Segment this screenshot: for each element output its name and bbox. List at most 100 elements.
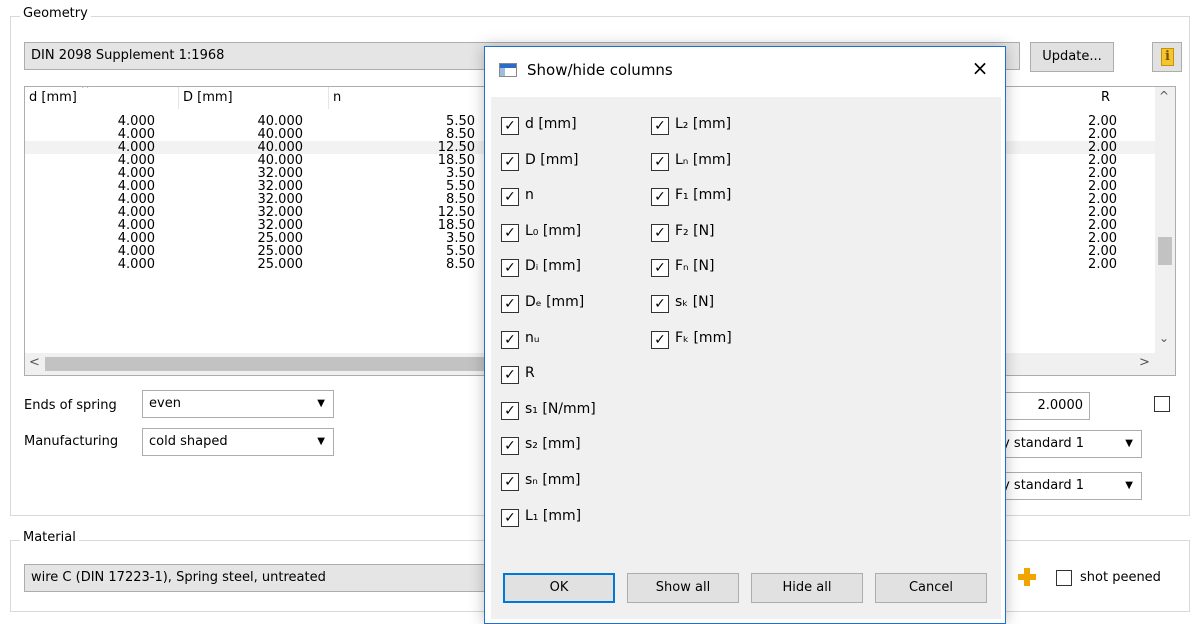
- column-header-d[interactable]: d [mm] ^: [25, 87, 179, 109]
- checkbox-checked-icon[interactable]: ✓: [651, 152, 669, 171]
- column-option-label: sₙ [mm]: [525, 472, 581, 488]
- vertical-scroll-thumb[interactable]: [1158, 237, 1172, 265]
- checkbox-checked-icon[interactable]: ✓: [501, 223, 519, 242]
- column-option-label: F₂ [N]: [675, 222, 715, 239]
- column-option[interactable]: ✓ L₁ [mm]: [501, 507, 641, 529]
- checkbox-checked-icon[interactable]: ✓: [501, 473, 519, 491]
- checkbox-checked-icon[interactable]: ✓: [501, 330, 519, 349]
- shot-peened-checkbox[interactable]: [1056, 570, 1072, 586]
- column-option[interactable]: ✓ s₁ [N/mm]: [501, 400, 641, 422]
- ends-of-spring-select[interactable]: even ▼: [142, 390, 334, 418]
- column-option[interactable]: ✓ n: [501, 186, 641, 208]
- checkbox-checked-icon[interactable]: ✓: [651, 259, 669, 278]
- column-option-label: Dᵢ [mm]: [525, 258, 581, 275]
- update-button-label: Update...: [1042, 49, 1102, 64]
- column-option-label: Dₑ [mm]: [525, 294, 585, 310]
- column-option-label: Lₙ [mm]: [675, 151, 732, 168]
- add-material-button[interactable]: [1014, 564, 1042, 592]
- quality-select-2[interactable]: ty standard 1 ▼: [990, 472, 1142, 500]
- column-option-label: s₂ [mm]: [525, 436, 581, 453]
- column-option[interactable]: ✓ d [mm]: [501, 115, 641, 137]
- close-icon[interactable]: ×: [965, 53, 995, 83]
- sort-ascending-icon: ^: [81, 86, 90, 95]
- column-option[interactable]: ✓ Dₑ [mm]: [501, 293, 641, 315]
- checkbox-checked-icon[interactable]: ✓: [501, 259, 519, 278]
- geometry-legend: Geometry: [20, 6, 91, 21]
- chevron-down-icon: ▼: [317, 398, 325, 409]
- info-button[interactable]: i: [1152, 42, 1182, 72]
- hide-all-button[interactable]: Hide all: [751, 573, 863, 603]
- checkbox-checked-icon[interactable]: ✓: [501, 117, 519, 135]
- column-header-R[interactable]: R: [1097, 87, 1157, 109]
- cancel-button[interactable]: Cancel: [875, 573, 987, 603]
- checkbox-checked-icon[interactable]: ✓: [651, 188, 669, 207]
- checkbox-checked-icon[interactable]: ✓: [651, 295, 669, 313]
- column-option-label: L₁ [mm]: [525, 507, 582, 524]
- plus-icon: [1018, 568, 1036, 586]
- checkbox-checked-icon[interactable]: ✓: [501, 508, 519, 527]
- manufacturing-select[interactable]: cold shaped ▼: [142, 428, 334, 456]
- checkbox-checked-icon[interactable]: ✓: [501, 152, 519, 171]
- column-header-n[interactable]: n: [329, 87, 509, 109]
- dialog-footer: OK Show all Hide all Cancel: [491, 573, 1001, 619]
- quality-2-value: ty standard 1: [997, 478, 1084, 493]
- window-icon: [499, 63, 517, 77]
- checkbox-checked-icon[interactable]: ✓: [651, 223, 669, 242]
- column-option-label: L₂ [mm]: [675, 116, 732, 132]
- show-all-button[interactable]: Show all: [627, 573, 739, 603]
- column-option[interactable]: ✓ Fₖ [mm]: [651, 329, 791, 351]
- ratio-checkbox[interactable]: [1154, 396, 1170, 412]
- quality-select-1[interactable]: ty standard 1 ▼: [990, 430, 1142, 458]
- column-option[interactable]: ✓ D [mm]: [501, 151, 641, 173]
- checkbox-checked-icon[interactable]: ✓: [651, 117, 669, 135]
- column-option-label: n: [525, 187, 534, 204]
- checkbox-checked-icon[interactable]: ✓: [501, 401, 519, 420]
- checkbox-checked-icon[interactable]: ✓: [501, 295, 519, 313]
- column-option-label: s₁ [N/mm]: [525, 400, 596, 417]
- ends-of-spring-value: even: [149, 396, 181, 411]
- vertical-scrollbar[interactable]: ^ ⌄: [1155, 87, 1175, 353]
- chevron-down-icon: ▼: [1125, 480, 1133, 491]
- scroll-down-icon[interactable]: ⌄: [1159, 331, 1169, 345]
- column-option-label: nᵤ: [525, 329, 540, 346]
- checkbox-checked-icon[interactable]: ✓: [501, 366, 519, 385]
- column-option[interactable]: ✓ sₖ [N]: [651, 293, 791, 315]
- table-cell[interactable]: 2.00: [1037, 258, 1117, 271]
- scroll-right-icon[interactable]: >: [1139, 355, 1150, 370]
- table-cell[interactable]: 25.000: [223, 258, 304, 271]
- column-option-label: R: [525, 365, 535, 382]
- column-option[interactable]: ✓ L₀ [mm]: [501, 222, 641, 244]
- column-option[interactable]: ✓ nᵤ: [501, 329, 641, 351]
- column-option[interactable]: ✓ Lₙ [mm]: [651, 151, 791, 173]
- info-icon: i: [1161, 48, 1174, 66]
- chevron-down-icon: ▼: [317, 436, 325, 447]
- ratio-value: 2.0000: [1037, 398, 1084, 413]
- column-option-label: Fₖ [mm]: [675, 329, 732, 346]
- quality-1-value: ty standard 1: [997, 436, 1084, 451]
- material-select[interactable]: wire C (DIN 17223-1), Spring steel, untr…: [24, 564, 494, 592]
- checkbox-checked-icon[interactable]: ✓: [501, 437, 519, 456]
- table-cell[interactable]: 4.000: [75, 258, 155, 271]
- column-option[interactable]: ✓ Fₙ [N]: [651, 257, 791, 279]
- manufacturing-label: Manufacturing: [24, 434, 119, 449]
- column-option[interactable]: ✓ F₁ [mm]: [651, 186, 791, 208]
- ok-button[interactable]: OK: [503, 573, 615, 603]
- column-option[interactable]: ✓ L₂ [mm]: [651, 115, 791, 137]
- show-hide-columns-dialog: Show/hide columns × ✓ d [mm] ✓ D [mm] ✓ n ✓ L₀ …: [484, 46, 1006, 624]
- column-option[interactable]: ✓ s₂ [mm]: [501, 435, 641, 457]
- column-option[interactable]: ✓ Dᵢ [mm]: [501, 257, 641, 279]
- table-cell[interactable]: 8.50: [395, 258, 475, 271]
- scroll-left-icon[interactable]: <: [29, 355, 40, 370]
- column-option[interactable]: ✓ F₂ [N]: [651, 222, 791, 244]
- column-option[interactable]: ✓ sₙ [mm]: [501, 471, 641, 493]
- checkbox-checked-icon[interactable]: ✓: [651, 330, 669, 349]
- column-option[interactable]: ✓ R: [501, 364, 641, 386]
- column-header-D[interactable]: D [mm]: [179, 87, 329, 109]
- checkbox-checked-icon[interactable]: ✓: [501, 188, 519, 207]
- column-option-label: d [mm]: [525, 116, 577, 132]
- scroll-up-icon[interactable]: ^: [1159, 89, 1169, 103]
- column-options-panel: ✓ d [mm] ✓ D [mm] ✓ n ✓ L₀ [mm] ✓ Dᵢ [mm] ✓ Dₑ [mm]…: [491, 97, 1001, 573]
- update-button[interactable]: Update...: [1030, 42, 1114, 72]
- chevron-down-icon: ▼: [1125, 438, 1133, 449]
- horizontal-scroll-thumb[interactable]: [45, 357, 495, 371]
